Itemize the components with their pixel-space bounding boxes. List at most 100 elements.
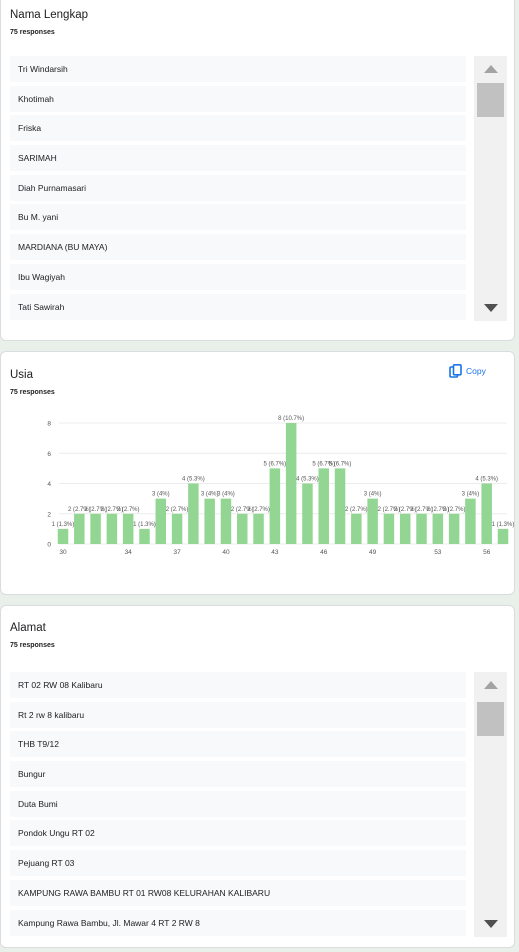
bar [188, 483, 199, 544]
data-label: 2 (2.7%) [345, 507, 368, 513]
list-item: Duta Bumi [10, 790, 466, 817]
list-item: Kampung Rawa Bambu, Jl. Mawar 4 RT 2 RW … [10, 909, 466, 936]
bar [74, 513, 85, 544]
data-label: 2 (2.7%) [117, 507, 140, 513]
scroll-down-button[interactable] [474, 911, 507, 937]
list-item: Bungur [10, 761, 466, 788]
data-label: 5 (6.7%) [329, 461, 352, 467]
y-tick-label: 8 [47, 421, 51, 428]
data-label: 4 (5.3%) [182, 477, 205, 483]
data-label: 3 (4%) [364, 492, 382, 498]
list-item: KAMPUNG RAWA BAMBU RT 01 RW08 KELURAHAN … [10, 879, 466, 906]
nama-lengkap-list[interactable]: Tri Windarsih Khotimah Friska SARIMAH Di… [10, 56, 466, 323]
scroll-down-button[interactable] [474, 295, 507, 321]
data-label: 8 (10.7%) [278, 416, 304, 422]
nama-lengkap-card: Nama Lengkap 75 responses Tri Windarsih … [0, 0, 515, 341]
chevron-up-icon [483, 65, 498, 73]
list-item: Pondok Ungu RT 02 [10, 820, 466, 847]
alamat-title: Alamat [10, 622, 46, 634]
bar [171, 513, 183, 544]
x-tick-label: 40 [222, 549, 230, 556]
alamat-scrollbar[interactable] [474, 672, 507, 937]
alamat-list[interactable]: RT 02 RW 08 Kalibaru Rt 2 rw 8 kalibaru … [10, 672, 466, 939]
list-item: Khotimah [10, 85, 466, 112]
usia-bar-chart: 024681 (1.3%)2 (2.7%)2 (2.7%)2 (2.7%)2 (… [47, 416, 515, 556]
list-item: THB T9/12 [10, 731, 466, 758]
bar [399, 513, 411, 544]
data-label: 3 (4%) [152, 492, 170, 498]
chevron-down-icon [483, 304, 498, 312]
bar [497, 528, 509, 544]
x-tick-label: 37 [173, 549, 181, 556]
data-label: 1 (1.3%) [133, 522, 156, 528]
nama-lengkap-responses: 75 responses [10, 29, 55, 36]
list-item: Rt 2 rw 8 kalibaru [10, 701, 466, 728]
list-item: Bu M. yani [10, 204, 466, 231]
data-label: 2 (2.7%) [166, 507, 189, 513]
chevron-up-icon [483, 681, 498, 689]
bar [237, 513, 248, 544]
bar [253, 513, 264, 544]
bar [269, 468, 281, 544]
bar [448, 513, 460, 544]
bar [139, 528, 150, 544]
bar [122, 513, 134, 544]
nama-lengkap-title: Nama Lengkap [10, 9, 88, 21]
x-tick-label: 56 [483, 549, 491, 556]
nama-lengkap-scrollbar[interactable] [474, 56, 507, 321]
bar [318, 468, 329, 544]
data-label: 1 (1.3%) [52, 522, 75, 528]
list-item: RT 02 RW 08 Kalibaru [10, 672, 466, 698]
data-label: 2 (2.7%) [443, 507, 466, 513]
list-item: Diah Purnamasari [10, 174, 466, 201]
y-tick-label: 0 [47, 542, 51, 549]
y-tick-label: 4 [47, 481, 51, 488]
x-tick-label: 53 [434, 549, 442, 556]
list-item: Tati Sawirah [10, 293, 466, 320]
data-label: 4 (5.3%) [296, 477, 319, 483]
bar [416, 513, 427, 544]
bar [220, 498, 232, 544]
list-item: Ibu Wagiyah [10, 263, 466, 290]
bar [106, 513, 118, 544]
scrollbar-thumb[interactable] [477, 702, 504, 736]
alamat-responses: 75 responses [10, 642, 55, 649]
x-tick-label: 30 [59, 549, 67, 556]
list-item: Pejuang RT 03 [10, 850, 466, 877]
list-item: Tri Windarsih [10, 56, 466, 82]
scroll-up-button[interactable] [474, 672, 507, 698]
x-tick-label: 34 [125, 549, 133, 556]
bar [383, 513, 395, 544]
bar [57, 528, 69, 544]
data-label: 3 (4%) [217, 492, 235, 498]
bar [465, 498, 476, 544]
y-tick-label: 2 [47, 511, 51, 518]
bar [302, 483, 313, 544]
x-tick-label: 46 [320, 549, 328, 556]
data-label: 3 (4%) [462, 492, 480, 498]
list-item: SARIMAH [10, 145, 466, 172]
y-tick-label: 6 [47, 451, 51, 458]
bar [351, 513, 362, 544]
bar [155, 498, 167, 544]
bar [432, 513, 444, 544]
list-item: MARDIANA (BU MAYA) [10, 234, 466, 261]
data-label: 4 (5.3%) [475, 477, 498, 483]
usia-card: Usia 75 responses Copy 024681 (1.3%) 2 (2… [0, 351, 515, 595]
scroll-up-button[interactable] [474, 56, 507, 82]
bar [285, 423, 297, 544]
scrollbar-thumb[interactable] [477, 83, 504, 117]
alamat-card: Alamat 75 responses RT 02 RW 08 Kalibaru… [0, 605, 515, 948]
data-label: 3 (4%) [201, 492, 219, 498]
data-label: 2 (2.7%) [247, 507, 270, 513]
list-item: Friska [10, 115, 466, 142]
bar [367, 498, 378, 544]
data-label: 5 (6.7%) [264, 461, 287, 467]
bar [204, 498, 215, 544]
data-label: 1 (1.3%) [492, 522, 515, 528]
chevron-down-icon [483, 920, 498, 928]
bar [90, 513, 101, 544]
bar [334, 468, 346, 544]
x-tick-label: 43 [271, 549, 279, 556]
bar [481, 483, 492, 544]
